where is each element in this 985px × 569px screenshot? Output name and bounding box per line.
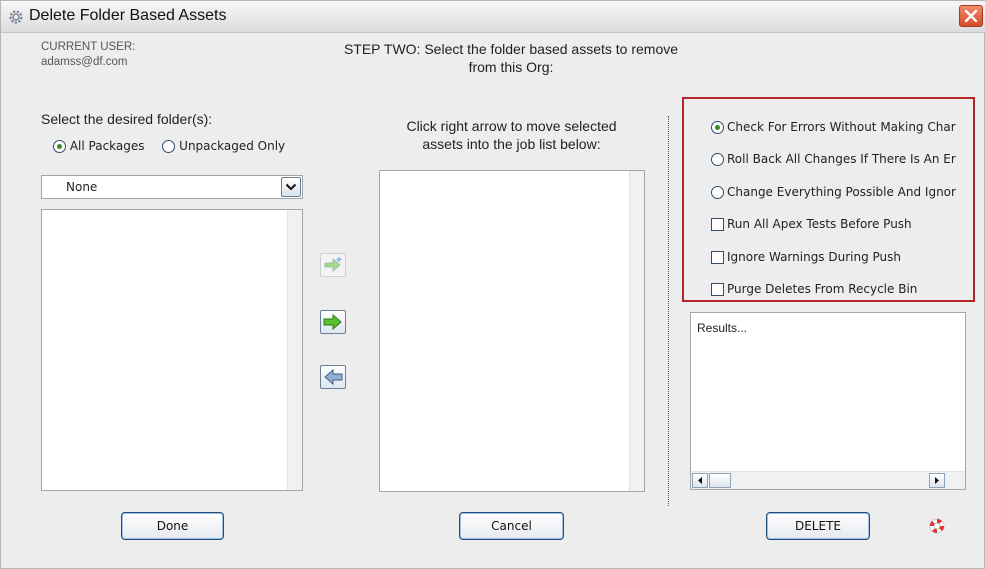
radio-selected-icon	[53, 140, 66, 153]
delete-button[interactable]: DELETE	[766, 512, 870, 540]
move-right-button[interactable]	[320, 310, 346, 334]
title-bar: Delete Folder Based Assets	[1, 1, 985, 33]
chevron-right-icon	[935, 477, 939, 484]
option-purge-deletes[interactable]: Purge Deletes From Recycle Bin	[711, 282, 976, 300]
option-change-everything-label: Change Everything Possible And Ignor	[727, 185, 956, 199]
option-ignore-warnings[interactable]: Ignore Warnings During Push	[711, 250, 976, 268]
close-icon	[964, 9, 978, 23]
package-filter: All Packages Unpackaged Only	[53, 139, 285, 153]
radio-unselected-icon	[162, 140, 176, 153]
add-arrow-button[interactable]	[320, 253, 346, 277]
step-heading-line1: STEP TWO: Select the folder based assets…	[343, 41, 679, 57]
move-instructions-line1: Click right arrow to move selected	[406, 118, 617, 134]
option-check-errors-label: Check For Errors Without Making Char	[727, 120, 956, 134]
lifebuoy-icon[interactable]	[928, 517, 946, 535]
radio-unselected-icon	[711, 153, 724, 166]
option-change-everything[interactable]: Change Everything Possible And Ignor	[711, 185, 976, 203]
checkbox-icon	[711, 218, 724, 231]
results-box[interactable]: Results...	[690, 312, 966, 490]
chevron-left-icon	[698, 477, 702, 484]
option-ignore-warnings-label: Ignore Warnings During Push	[727, 250, 902, 264]
option-roll-back-label: Roll Back All Changes If There Is An Er	[727, 152, 956, 166]
current-user-label: CURRENT USER:	[41, 41, 136, 53]
filter-unpackaged-only[interactable]: Unpackaged Only	[162, 139, 285, 153]
option-run-apex-tests-label: Run All Apex Tests Before Push	[727, 217, 912, 231]
folder-list-scrollbar[interactable]	[287, 210, 302, 490]
current-user-email: adamss@df.com	[41, 56, 128, 68]
job-list-scrollbar[interactable]	[629, 171, 644, 491]
arrow-right-icon	[323, 313, 342, 331]
job-list[interactable]	[379, 170, 645, 492]
folder-list[interactable]	[41, 209, 303, 491]
window-title: Delete Folder Based Assets	[29, 7, 227, 24]
arrow-left-icon	[324, 368, 343, 386]
done-button[interactable]: Done	[121, 512, 224, 540]
results-text: Results...	[697, 321, 748, 335]
move-instructions-line2: assets into the job list below:	[422, 136, 601, 152]
option-purge-deletes-label: Purge Deletes From Recycle Bin	[727, 282, 918, 296]
step-heading: STEP TWO: Select the folder based assets…	[311, 40, 711, 76]
move-left-button[interactable]	[320, 365, 346, 389]
scroll-thumb[interactable]	[709, 473, 731, 488]
filter-all-packages-label: All Packages	[69, 139, 145, 153]
folders-label: Select the desired folder(s):	[41, 111, 213, 127]
cancel-button[interactable]: Cancel	[459, 512, 564, 540]
results-hscrollbar[interactable]	[691, 471, 965, 489]
scroll-right-button[interactable]	[929, 473, 945, 488]
checkbox-icon	[711, 251, 724, 264]
arrow-right-plus-icon	[324, 257, 342, 272]
option-run-apex-tests[interactable]: Run All Apex Tests Before Push	[711, 217, 976, 235]
radio-selected-icon	[711, 121, 724, 134]
option-check-errors[interactable]: Check For Errors Without Making Char	[711, 120, 976, 138]
gear-icon	[8, 9, 24, 25]
filter-all-packages[interactable]: All Packages	[53, 139, 148, 153]
chevron-down-icon[interactable]	[281, 177, 301, 197]
checkbox-icon	[711, 283, 724, 296]
radio-unselected-icon	[711, 186, 724, 199]
column-divider	[668, 116, 669, 506]
filter-unpackaged-only-label: Unpackaged Only	[179, 139, 286, 153]
scroll-left-button[interactable]	[692, 473, 708, 488]
step-heading-line2: from this Org:	[468, 59, 554, 75]
option-roll-back[interactable]: Roll Back All Changes If There Is An Er	[711, 152, 976, 170]
move-instructions: Click right arrow to move selected asset…	[379, 117, 644, 153]
dialog-window: Delete Folder Based Assets CURRENT USER:…	[0, 0, 985, 569]
folder-dropdown[interactable]: None	[41, 175, 303, 199]
folder-dropdown-value: None	[66, 180, 98, 194]
close-button[interactable]	[959, 5, 983, 27]
